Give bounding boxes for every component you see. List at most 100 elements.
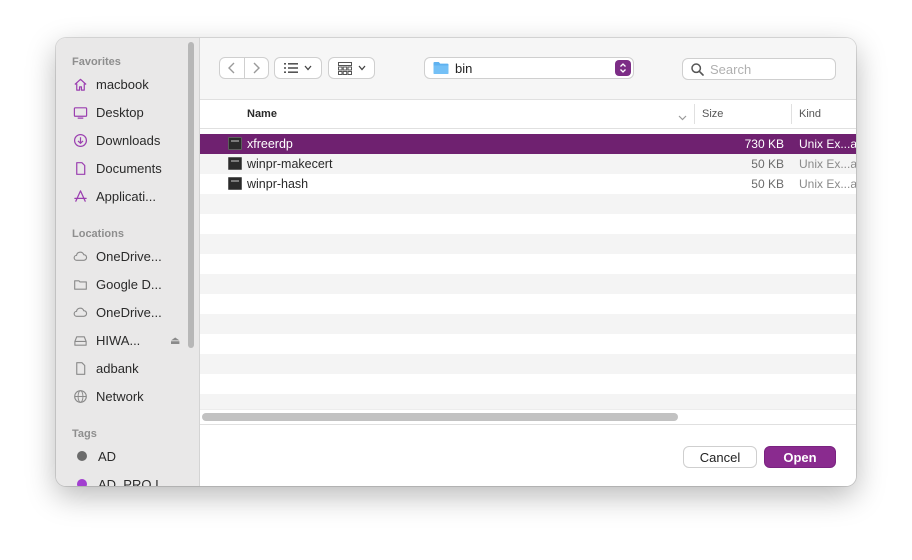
sidebar-item-downloads[interactable]: Downloads xyxy=(72,128,188,152)
group-by-button[interactable] xyxy=(328,57,375,79)
sidebar-item-label: AD_PRO I xyxy=(98,476,159,487)
list-view-button[interactable] xyxy=(274,57,322,79)
chevron-down-icon xyxy=(358,65,365,71)
divider[interactable] xyxy=(791,104,792,124)
chevron-right-icon xyxy=(253,62,261,74)
back-forward-group xyxy=(219,57,269,79)
divider[interactable] xyxy=(694,104,695,124)
sidebar-item-label: HIWA... xyxy=(96,332,141,348)
favorites-heading: Favorites xyxy=(72,56,121,68)
cloud-icon xyxy=(72,248,88,264)
file-browser: bin Name Size Kind xfreerdp xyxy=(200,38,856,486)
sidebar-tag-ad[interactable]: AD xyxy=(72,444,188,468)
executable-file-icon xyxy=(228,177,242,190)
cancel-button[interactable]: Cancel xyxy=(683,446,757,468)
home-icon xyxy=(72,76,88,92)
file-size: 50 KB xyxy=(751,177,784,191)
file-row-winpr-hash[interactable]: winpr-hash 50 KB Unix Ex...a xyxy=(200,174,856,194)
file-kind: Unix Ex...a xyxy=(799,157,856,171)
open-button[interactable]: Open xyxy=(764,446,836,468)
applications-icon xyxy=(72,188,88,204)
sidebar-item-documents[interactable]: Documents xyxy=(72,156,188,180)
empty-row xyxy=(200,354,856,374)
list-view-icon xyxy=(284,63,298,73)
file-list: xfreerdp 730 KB Unix Ex...a winpr-makece… xyxy=(200,134,856,410)
tags-heading: Tags xyxy=(72,428,97,440)
file-name: winpr-hash xyxy=(247,177,309,191)
sidebar-item-google-drive[interactable]: Google D... xyxy=(72,272,188,296)
executable-file-icon xyxy=(228,157,242,170)
back-button[interactable] xyxy=(220,58,244,78)
forward-button[interactable] xyxy=(245,58,269,78)
desktop-icon xyxy=(72,104,88,120)
file-row-xfreerdp[interactable]: xfreerdp 730 KB Unix Ex...a xyxy=(200,134,856,154)
drive-icon xyxy=(72,332,88,348)
document-icon xyxy=(72,160,88,176)
locations-heading: Locations xyxy=(72,228,124,240)
group-grid-icon xyxy=(337,61,352,75)
download-icon xyxy=(72,132,88,148)
empty-row xyxy=(200,394,856,410)
empty-row xyxy=(200,214,856,234)
chevron-down-icon xyxy=(304,65,312,71)
file-kind: Unix Ex...a xyxy=(799,177,856,191)
horizontal-scrollbar[interactable] xyxy=(202,413,678,421)
file-icon xyxy=(72,360,88,376)
search-box xyxy=(682,58,836,80)
size-column-header[interactable]: Size xyxy=(702,108,723,120)
sort-chevron-down-icon[interactable] xyxy=(678,109,687,124)
executable-file-icon xyxy=(228,137,242,150)
sidebar-item-label: OneDrive... xyxy=(96,248,162,264)
empty-row xyxy=(200,314,856,334)
sidebar-item-label: OneDrive... xyxy=(96,304,162,320)
sidebar-item-label: Applicati... xyxy=(96,188,156,204)
kind-column-header[interactable]: Kind xyxy=(799,108,821,120)
name-column-header[interactable]: Name xyxy=(247,108,277,120)
current-folder-label: bin xyxy=(455,60,473,76)
tag-color-dot xyxy=(77,451,87,461)
eject-icon[interactable]: ⏏ xyxy=(170,334,180,347)
folder-icon xyxy=(433,62,449,74)
open-file-dialog: Favorites macbook Desktop Downloads Docu… xyxy=(56,38,856,486)
sidebar-item-label: Desktop xyxy=(96,104,144,120)
toolbar: bin xyxy=(200,38,856,100)
file-name: winpr-makecert xyxy=(247,157,333,171)
sidebar-item-desktop[interactable]: Desktop xyxy=(72,100,188,124)
sidebar-item-onedrive-2[interactable]: OneDrive... xyxy=(72,300,188,324)
sidebar-item-hiwa-drive[interactable]: HIWA... ⏏ xyxy=(72,328,188,352)
sidebar-item-adbank[interactable]: adbank xyxy=(72,356,188,380)
sidebar: Favorites macbook Desktop Downloads Docu… xyxy=(56,38,200,486)
sidebar-scrollbar[interactable] xyxy=(188,42,194,348)
empty-row xyxy=(200,254,856,274)
empty-row xyxy=(200,274,856,294)
file-kind: Unix Ex...a xyxy=(799,137,856,151)
globe-icon xyxy=(72,388,88,404)
cloud-icon xyxy=(72,304,88,320)
file-name: xfreerdp xyxy=(247,137,293,151)
sidebar-item-applications[interactable]: Applicati... xyxy=(72,184,188,208)
file-size: 730 KB xyxy=(744,137,784,151)
sidebar-tag-ad-pro[interactable]: AD_PRO I xyxy=(72,472,188,486)
sidebar-item-onedrive[interactable]: OneDrive... xyxy=(72,244,188,268)
tag-color-dot xyxy=(77,479,87,486)
sidebar-item-label: Documents xyxy=(96,160,162,176)
sidebar-item-label: Google D... xyxy=(96,276,162,292)
sidebar-item-label: Downloads xyxy=(96,132,161,148)
sidebar-item-label: Network xyxy=(96,388,144,404)
empty-row xyxy=(200,194,856,214)
sidebar-item-label: adbank xyxy=(96,360,139,376)
empty-row xyxy=(200,294,856,314)
search-icon xyxy=(691,62,704,76)
search-input[interactable] xyxy=(710,61,830,77)
file-row-winpr-makecert[interactable]: winpr-makecert 50 KB Unix Ex...a xyxy=(200,154,856,174)
sidebar-item-network[interactable]: Network xyxy=(72,384,188,408)
empty-row xyxy=(200,234,856,254)
updown-arrows-icon xyxy=(615,60,631,76)
empty-row xyxy=(200,374,856,394)
sidebar-item-label: AD xyxy=(98,448,117,464)
empty-row xyxy=(200,334,856,354)
path-popup[interactable]: bin xyxy=(424,57,634,79)
file-size: 50 KB xyxy=(751,157,784,171)
sidebar-item-macbook[interactable]: macbook xyxy=(72,72,188,96)
folder-icon xyxy=(72,276,88,292)
